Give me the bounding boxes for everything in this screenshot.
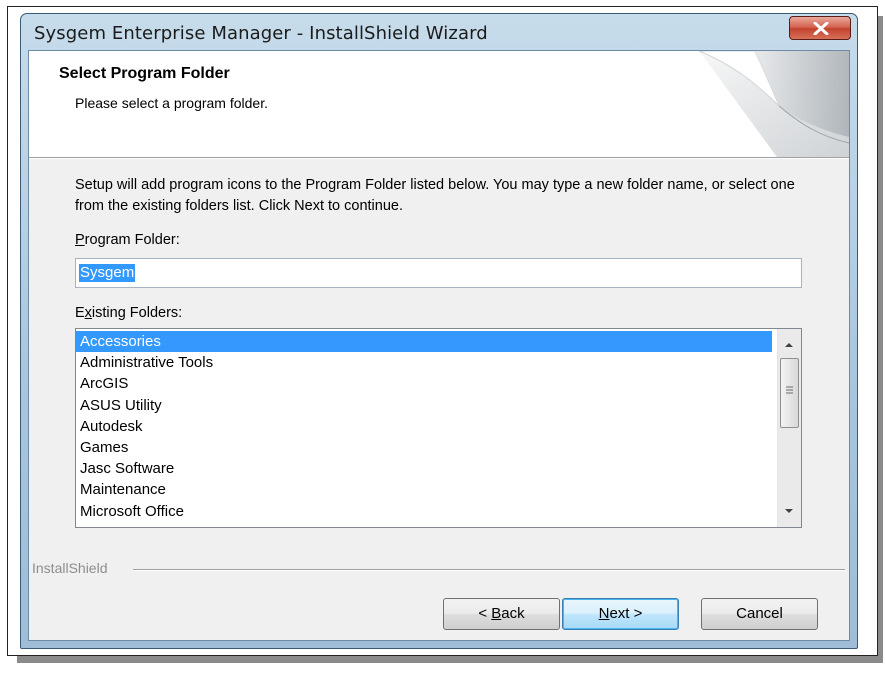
program-folder-label: Program Folder: bbox=[75, 232, 180, 248]
page-curl-graphic bbox=[698, 51, 849, 157]
folder-list-item[interactable]: Autodesk bbox=[76, 416, 772, 437]
list-scrollbar[interactable] bbox=[777, 329, 801, 527]
installshield-brand: InstallShield bbox=[32, 560, 108, 576]
grip-icon bbox=[786, 386, 793, 394]
back-button[interactable]: < Back bbox=[443, 598, 560, 630]
folder-list-item[interactable]: ArcGIS bbox=[76, 373, 772, 394]
folder-list-item[interactable]: Jasc Software bbox=[76, 458, 772, 479]
existing-folders-label: Existing Folders: bbox=[75, 305, 183, 321]
frame-shadow bbox=[17, 656, 883, 663]
frame-shadow bbox=[878, 16, 883, 663]
folder-list-item[interactable]: ASUS Utility bbox=[76, 395, 772, 416]
window-title: Sysgem Enterprise Manager - InstallShiel… bbox=[34, 23, 488, 44]
next-button[interactable]: Next > bbox=[562, 598, 679, 630]
folder-list-item[interactable]: Accessories bbox=[76, 331, 772, 353]
folder-list-item[interactable]: Games bbox=[76, 437, 772, 458]
wizard-client-area: Select Program Folder Please select a pr… bbox=[28, 50, 850, 641]
wizard-window: Sysgem Enterprise Manager - InstallShiel… bbox=[20, 13, 858, 649]
header-divider bbox=[29, 157, 849, 159]
program-folder-value: Sysgem bbox=[79, 264, 136, 282]
folder-list-item[interactable]: Maintenance bbox=[76, 479, 772, 500]
close-button[interactable] bbox=[789, 16, 851, 40]
close-icon bbox=[813, 22, 829, 35]
page-subtitle: Please select a program folder. bbox=[75, 95, 268, 111]
scroll-down-arrow-icon[interactable] bbox=[781, 503, 797, 519]
page-title: Select Program Folder bbox=[59, 65, 230, 82]
scroll-thumb[interactable] bbox=[780, 358, 799, 428]
instructions-text: Setup will add program icons to the Prog… bbox=[75, 177, 795, 214]
folder-items: Accessories Administrative Tools ArcGIS ASU… bbox=[76, 331, 772, 522]
footer-divider bbox=[133, 569, 845, 571]
title-bar[interactable]: Sysgem Enterprise Manager - InstallShiel… bbox=[21, 14, 857, 50]
folder-list-item[interactable]: Microsoft Office bbox=[76, 501, 772, 522]
existing-folders-list[interactable]: Accessories Administrative Tools ArcGIS ASU… bbox=[75, 328, 802, 528]
header-panel: Select Program Folder Please select a pr… bbox=[29, 51, 849, 157]
folder-list-item[interactable]: Administrative Tools bbox=[76, 352, 772, 373]
cancel-button[interactable]: Cancel bbox=[701, 598, 818, 630]
program-folder-input[interactable]: Sysgem bbox=[75, 258, 802, 288]
scroll-up-arrow-icon[interactable] bbox=[781, 337, 797, 353]
